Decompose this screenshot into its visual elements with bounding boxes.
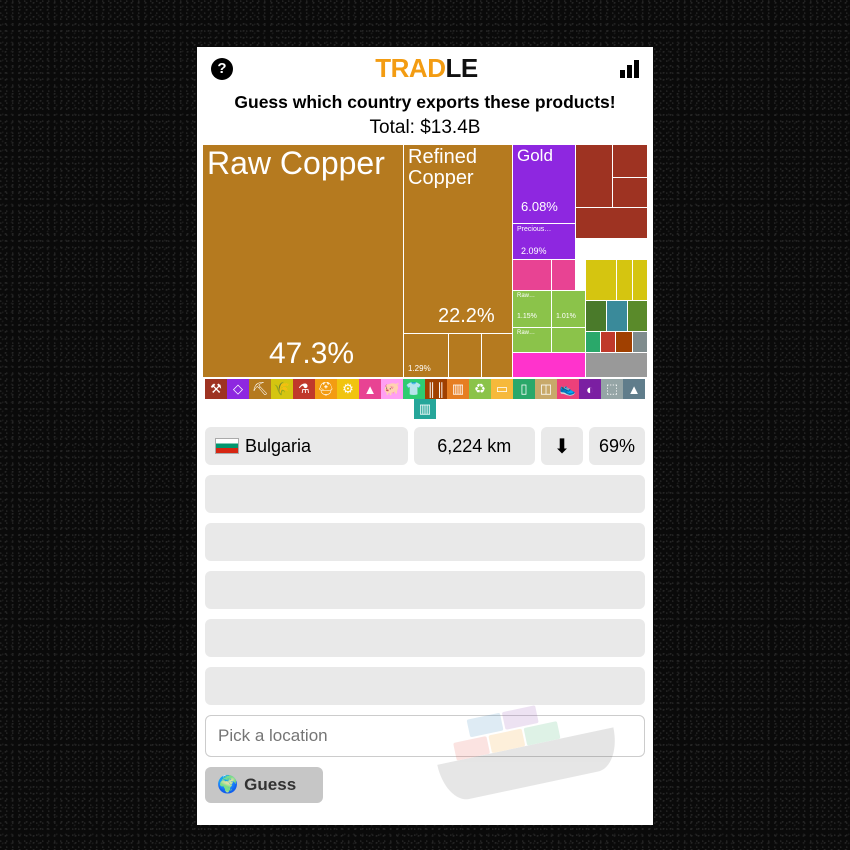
guess-direction: ⬇ [541, 427, 583, 465]
guess-row: Bulgaria 6,224 km⬇69% [205, 427, 645, 465]
treemap-cell[interactable] [633, 332, 647, 352]
treemap-cell-pct: 1.15% [517, 313, 537, 320]
treemap-cell[interactable]: 1.01% [552, 291, 585, 327]
legend-swatch[interactable]: 👟 [557, 379, 579, 399]
treemap-cell[interactable]: 1.29% [404, 334, 448, 377]
treemap-cell[interactable] [552, 328, 585, 352]
guess-button-label: Guess [244, 775, 296, 795]
total-label: Total: $13.4B [197, 115, 653, 145]
treemap-cell[interactable] [576, 208, 647, 238]
treemap-cell[interactable] [586, 332, 600, 352]
category-legend: ⚒◇⛏🌾⚗⛑⚙▲🐖👕║║▥♻▭▯◫👟◐⬚▲▥ [203, 379, 647, 419]
treemap-cell[interactable] [513, 260, 551, 290]
treemap-cell[interactable] [616, 332, 632, 352]
logo-part-a: TRAD [375, 53, 445, 83]
legend-swatch[interactable]: ⬚ [601, 379, 623, 399]
legend-swatch[interactable]: ▥ [447, 379, 469, 399]
legend-swatch[interactable]: ◫ [535, 379, 557, 399]
guess-row-empty [205, 523, 645, 561]
treemap-cell-label: Gold [513, 145, 575, 167]
help-icon[interactable]: ? [211, 58, 233, 80]
legend-swatch[interactable]: ║║ [425, 379, 447, 399]
guess-proximity: 69% [589, 427, 645, 465]
treemap-cell[interactable] [449, 334, 481, 377]
prompt-text: Guess which country exports these produc… [197, 90, 653, 115]
treemap-cell[interactable]: Refined Copper 22.2% [404, 145, 512, 333]
treemap-cell[interactable] [482, 334, 512, 377]
treemap-cell[interactable] [613, 145, 647, 177]
treemap-cell[interactable]: Raw… 1.15% [513, 291, 551, 327]
flag-icon [215, 438, 239, 454]
treemap-cell-pct: 2.09% [521, 246, 547, 256]
guess-distance: 6,224 km [414, 427, 535, 465]
legend-swatch[interactable]: ▲ [359, 379, 381, 399]
legend-swatch[interactable]: 👕 [403, 379, 425, 399]
treemap-cell-pct: 6.08% [521, 199, 558, 214]
treemap-cell-pct: 22.2% [438, 305, 495, 328]
legend-swatch[interactable]: ⚒ [205, 379, 227, 399]
export-treemap[interactable]: Raw Copper 47.3% Refined Copper 22.2% 1.29% G… [203, 145, 647, 377]
legend-swatch[interactable]: 🌾 [271, 379, 293, 399]
guess-row-empty [205, 475, 645, 513]
legend-swatch[interactable]: ▯ [513, 379, 535, 399]
treemap-cell[interactable] [552, 260, 575, 290]
treemap-cell[interactable]: Raw Copper 47.3% [203, 145, 403, 377]
treemap-cell-pct: 1.29% [408, 364, 431, 373]
treemap-cell-label: Precious… [513, 224, 575, 235]
legend-swatch[interactable]: ⚙ [337, 379, 359, 399]
guess-country-name: Bulgaria [245, 436, 311, 457]
app-logo: TRADLE [375, 53, 477, 84]
legend-swatch[interactable]: ▲ [623, 379, 645, 399]
ship-decoration [398, 588, 635, 825]
legend-swatch[interactable]: ◇ [227, 379, 249, 399]
stats-icon[interactable] [620, 60, 639, 78]
treemap-cell-label: Raw Copper [203, 145, 403, 183]
legend-swatch[interactable]: ⚗ [293, 379, 315, 399]
app-frame: ? TRADLE Guess which country exports the… [197, 47, 653, 825]
legend-swatch[interactable]: ♻ [469, 379, 491, 399]
header: ? TRADLE [197, 47, 653, 90]
treemap-cell-label: Refined Copper [404, 145, 512, 191]
treemap-cell[interactable]: Precious… 2.09% [513, 224, 575, 259]
treemap-cell-label: Raw… [513, 291, 551, 301]
treemap-cell[interactable] [617, 260, 632, 300]
treemap-cell[interactable] [607, 301, 627, 331]
treemap-cell[interactable] [513, 353, 585, 377]
treemap-cell[interactable] [601, 332, 615, 352]
treemap-cell[interactable] [586, 260, 616, 300]
treemap-cell[interactable] [613, 178, 647, 207]
logo-part-b: LE [445, 53, 477, 83]
treemap-cell-label: Raw… [513, 328, 551, 338]
legend-swatch[interactable]: 🐖 [381, 379, 403, 399]
globe-icon: 🌍 [217, 775, 238, 795]
treemap-cell[interactable] [586, 301, 606, 331]
legend-swatch[interactable]: ◐ [579, 379, 601, 399]
treemap-cell[interactable] [576, 145, 612, 207]
treemap-cell-pct: 47.3% [269, 337, 354, 371]
legend-swatch[interactable]: ▥ [414, 399, 436, 419]
treemap-cell[interactable] [628, 301, 647, 331]
treemap-cell[interactable] [586, 353, 647, 377]
treemap-cell[interactable] [633, 260, 647, 300]
guess-button[interactable]: 🌍 Guess [205, 767, 323, 803]
treemap-cell[interactable]: Gold 6.08% [513, 145, 575, 223]
treemap-cell[interactable]: Raw… [513, 328, 551, 352]
legend-swatch[interactable]: ▭ [491, 379, 513, 399]
guess-country: Bulgaria [205, 427, 408, 465]
legend-swatch[interactable]: ⛑ [315, 379, 337, 399]
treemap-cell-pct: 1.01% [556, 313, 576, 320]
legend-swatch[interactable]: ⛏ [249, 379, 271, 399]
